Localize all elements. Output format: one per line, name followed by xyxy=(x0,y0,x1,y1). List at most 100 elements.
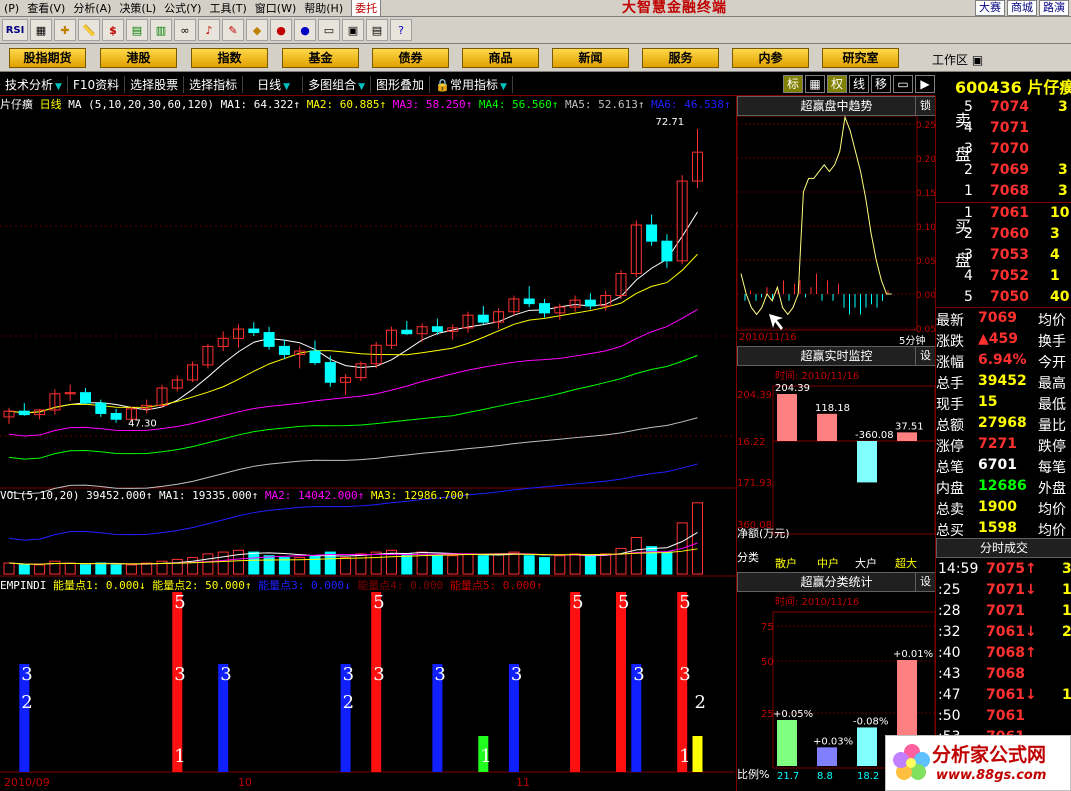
chart-icon[interactable]: ▤ xyxy=(126,19,148,41)
quote-row[interactable]: 总手 39452 最高 xyxy=(936,372,1071,393)
move-button[interactable]: 移 xyxy=(871,75,891,93)
candle xyxy=(401,329,413,335)
tick-row[interactable]: :28 7071 1 xyxy=(936,602,1071,623)
window-icon[interactable]: ▣ xyxy=(342,19,364,41)
ma1-line xyxy=(8,211,698,414)
alert-icon[interactable]: ♪ xyxy=(198,19,220,41)
binoculars-icon[interactable]: ∞ xyxy=(174,19,196,41)
buy-level-row[interactable]: 4 7052 1 xyxy=(936,267,1071,288)
menu-item[interactable]: 分析(A) xyxy=(69,0,115,16)
quote-row[interactable]: 最新 7069 均价 xyxy=(936,309,1071,330)
menu-item[interactable]: (P) xyxy=(0,2,23,15)
tick-volume: 1 xyxy=(1062,582,1071,598)
quote-row[interactable]: 总额 27968 量比 xyxy=(936,414,1071,435)
quote-row[interactable]: 现手 15 最低 xyxy=(936,393,1071,414)
play-icon[interactable]: ▶ xyxy=(915,75,935,93)
class-y-tick: 25 xyxy=(761,709,774,720)
tab-select-stock[interactable]: 选择股票 xyxy=(125,75,185,93)
sell-level-row[interactable]: 1 7068 3 xyxy=(936,182,1071,203)
sell-level-row[interactable]: 5 7074 3 xyxy=(936,98,1071,119)
link-contest[interactable]: 大赛 xyxy=(975,0,1005,16)
monitor-bar xyxy=(817,413,837,441)
quote-value: 1598 xyxy=(978,520,1017,536)
nav-commodities[interactable]: 商品 xyxy=(462,48,539,68)
grid-icon[interactable]: ▦ xyxy=(30,19,52,41)
buy-level-row[interactable]: 1 7061 10 xyxy=(936,204,1071,225)
class-mid: 中户 xyxy=(817,557,839,570)
kline-chart-area[interactable]: 72.71 47.30 3 2 5 3 1 3 3 2 5 3 3 1 3 5 5 3 5 3 1 2 2010/09 10 1… xyxy=(0,96,735,791)
sell-level-row[interactable]: 3 7070 xyxy=(936,140,1071,161)
trend-date: 2010/11/16 xyxy=(739,332,797,343)
quote-row[interactable]: 涨跌 ▲459 换手 xyxy=(936,330,1071,351)
tick-row[interactable]: :47 7061↓ 1 xyxy=(936,686,1071,707)
sell-level-row[interactable]: 2 7069 3 xyxy=(936,161,1071,182)
tick-row[interactable]: :25 7071↓ 1 xyxy=(936,581,1071,602)
monitor-settings-button[interactable]: 设 xyxy=(915,347,935,365)
nav-news[interactable]: 新闻 xyxy=(552,48,629,68)
diamond-icon[interactable]: ◆ xyxy=(246,19,268,41)
grid-toggle-icon[interactable]: ▦ xyxy=(805,75,825,93)
nav-index[interactable]: 指数 xyxy=(191,48,268,68)
tab-daily[interactable]: 日线 ▼ xyxy=(243,75,304,93)
quote-row[interactable]: 总买 1598 均价 xyxy=(936,519,1071,540)
lock-button[interactable]: 锁 xyxy=(915,97,935,115)
window-toggle-icon[interactable]: ▭ xyxy=(893,75,913,93)
menu-item[interactable]: 工具(T) xyxy=(205,0,250,16)
entrust-button[interactable]: 委托 xyxy=(351,0,382,17)
note-icon[interactable]: ✎ xyxy=(222,19,244,41)
tick-time: :43 xyxy=(938,666,961,682)
quote-row[interactable]: 涨停 7271 跌停 xyxy=(936,435,1071,456)
menu-item[interactable]: 决策(L) xyxy=(115,0,160,16)
nav-funds[interactable]: 基金 xyxy=(282,48,359,68)
help-icon[interactable]: ? xyxy=(390,19,412,41)
rsi-button[interactable]: RSI xyxy=(2,19,28,41)
tick-row[interactable]: :32 7061↓ 2 xyxy=(936,623,1071,644)
buy-level-row[interactable]: 3 7053 4 xyxy=(936,246,1071,267)
quote-row[interactable]: 涨幅 6.94% 今开 xyxy=(936,351,1071,372)
volume-bar xyxy=(217,551,229,575)
rights-button[interactable]: 权 xyxy=(827,75,847,93)
tab-select-indicator[interactable]: 选择指标 xyxy=(184,75,244,93)
nav-index-futures[interactable]: 股指期货 xyxy=(9,48,86,68)
sell-level-row[interactable]: 4 7071 xyxy=(936,119,1071,140)
menu-item[interactable]: 查看(V) xyxy=(23,0,69,16)
menu-item[interactable]: 帮助(H) xyxy=(300,0,347,16)
tick-row[interactable]: :40 7068↑ xyxy=(936,644,1071,665)
tab-common-indicators[interactable]: 🔒常用指标 ▼ xyxy=(430,75,513,93)
nav-services[interactable]: 服务 xyxy=(642,48,719,68)
level: 4 xyxy=(964,268,973,284)
blue-circle-icon[interactable]: ● xyxy=(294,19,316,41)
line-button[interactable]: 线 xyxy=(849,75,869,93)
crosshair-icon[interactable]: ✚ xyxy=(54,19,76,41)
nav-research[interactable]: 研究室 xyxy=(822,48,899,68)
nav-insider[interactable]: 内参 xyxy=(732,48,809,68)
layout-icon[interactable]: ▤ xyxy=(366,19,388,41)
link-roadshow[interactable]: 路演 xyxy=(1039,0,1069,16)
ruler-icon[interactable]: 📏 xyxy=(78,19,100,41)
class-settings-button[interactable]: 设 xyxy=(915,573,935,591)
tab-technical[interactable]: 技术分析 ▼ xyxy=(0,75,68,93)
print-icon[interactable]: ▭ xyxy=(318,19,340,41)
quote-row[interactable]: 总笔 6701 每笔 xyxy=(936,456,1071,477)
quote-row[interactable]: 总卖 1900 均价 xyxy=(936,498,1071,519)
tick-row[interactable]: :50 7061 xyxy=(936,707,1071,728)
workarea-dropdown[interactable]: 工作区 ▣ xyxy=(932,51,983,68)
tick-row[interactable]: 14:59 7075↑ 3 xyxy=(936,560,1071,581)
buy-level-row[interactable]: 2 7060 3 xyxy=(936,225,1071,246)
tab-f10[interactable]: F10资料 xyxy=(68,75,126,93)
dollar-icon[interactable]: $ xyxy=(102,19,124,41)
bars-icon[interactable]: ▥ xyxy=(150,19,172,41)
tick-row[interactable]: :43 7068 xyxy=(936,665,1071,686)
menu-item[interactable]: 公式(Y) xyxy=(160,0,205,16)
red-circle-icon[interactable]: ● xyxy=(270,19,292,41)
mark-button[interactable]: 标 xyxy=(783,75,803,93)
nav-hk-stocks[interactable]: 港股 xyxy=(100,48,177,68)
buy-level-row[interactable]: 5 7050 40 xyxy=(936,288,1071,309)
nav-bonds[interactable]: 债券 xyxy=(372,48,449,68)
menu-item[interactable]: 窗口(W) xyxy=(251,0,300,16)
tab-multi-chart[interactable]: 多图组合 ▼ xyxy=(303,75,372,93)
class-super: 超大 xyxy=(895,557,917,570)
tab-overlay[interactable]: 图形叠加 xyxy=(371,75,431,93)
link-mall[interactable]: 商城 xyxy=(1007,0,1037,16)
quote-row[interactable]: 内盘 12686 外盘 xyxy=(936,477,1071,498)
